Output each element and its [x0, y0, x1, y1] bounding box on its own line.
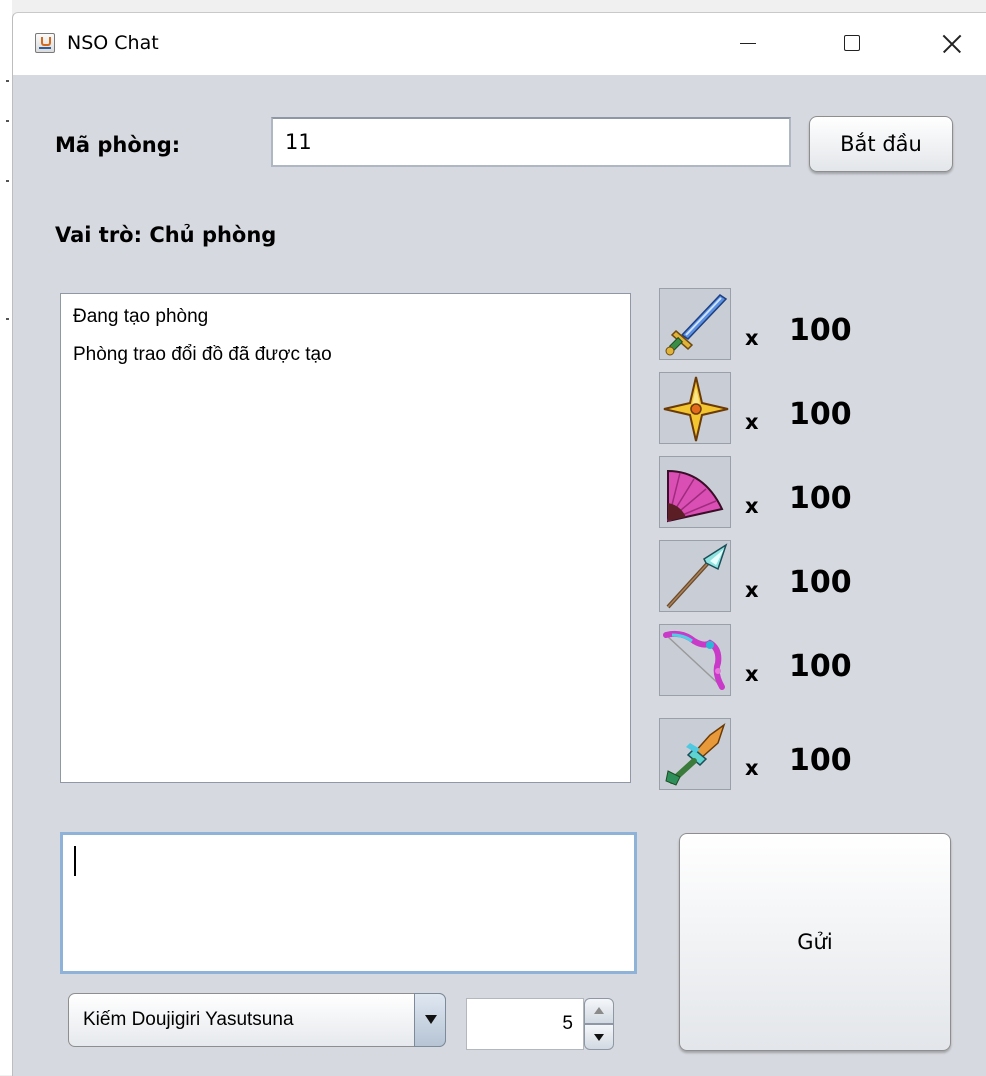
minimize-button[interactable] — [713, 13, 783, 75]
start-button[interactable]: Bắt đầu — [809, 116, 953, 172]
chevron-down-icon[interactable] — [414, 993, 446, 1047]
title-bar: NSO Chat — [13, 13, 986, 75]
role-label: Vai trò: Chủ phòng — [55, 223, 277, 247]
inventory-item-shuriken: x 100 — [659, 372, 859, 448]
bow-icon[interactable] — [659, 624, 731, 696]
item-multiplier: x — [745, 410, 759, 434]
item-quantity: 100 — [789, 565, 852, 600]
fan-icon[interactable] — [659, 456, 731, 528]
chat-message: Phòng trao đổi đồ đã được tạo — [73, 344, 332, 365]
inventory-item-dagger: x 100 — [659, 718, 859, 794]
java-app-icon — [35, 33, 55, 53]
item-quantity: 100 — [789, 397, 852, 432]
app-window: NSO Chat Mã phòng: Bắt đầu Vai trò: Chủ … — [12, 12, 986, 1076]
item-multiplier: x — [745, 494, 759, 518]
item-multiplier: x — [745, 756, 759, 780]
item-quantity: 100 — [789, 313, 852, 348]
inventory-item-fan: x 100 — [659, 456, 859, 532]
item-select[interactable]: Kiếm Doujigiri Yasutsuna — [68, 993, 446, 1047]
item-quantity: 100 — [789, 649, 852, 684]
text-caret — [74, 846, 76, 876]
item-multiplier: x — [745, 578, 759, 602]
inventory-item-spear: x 100 — [659, 540, 859, 616]
close-button[interactable] — [917, 13, 986, 75]
item-multiplier: x — [745, 662, 759, 686]
item-multiplier: x — [745, 326, 759, 350]
send-button[interactable]: Gửi — [679, 833, 951, 1051]
chat-log[interactable]: Đang tạo phòng Phòng trao đổi đồ đã được… — [60, 293, 631, 783]
message-input[interactable] — [60, 832, 637, 974]
item-select-value: Kiếm Doujigiri Yasutsuna — [83, 1009, 294, 1030]
room-code-input[interactable] — [271, 117, 791, 167]
shuriken-icon[interactable] — [659, 372, 731, 444]
spinner-up-icon[interactable] — [584, 998, 614, 1024]
spinner-down-icon[interactable] — [584, 1024, 614, 1050]
maximize-button[interactable] — [818, 13, 888, 75]
item-quantity: 100 — [789, 481, 852, 516]
sword-icon[interactable] — [659, 288, 731, 360]
quantity-spinner: 5 — [466, 998, 616, 1050]
room-code-label: Mã phòng: — [55, 133, 181, 157]
inventory-item-sword: x 100 — [659, 288, 859, 364]
background-desktop-edge — [0, 0, 12, 1075]
spear-icon[interactable] — [659, 540, 731, 612]
item-quantity: 100 — [789, 743, 852, 778]
window-title: NSO Chat — [67, 32, 159, 54]
chat-message: Đang tạo phòng — [73, 306, 209, 327]
inventory-item-bow: x 100 — [659, 624, 859, 700]
quantity-field[interactable]: 5 — [466, 998, 584, 1050]
dagger-icon[interactable] — [659, 718, 731, 790]
